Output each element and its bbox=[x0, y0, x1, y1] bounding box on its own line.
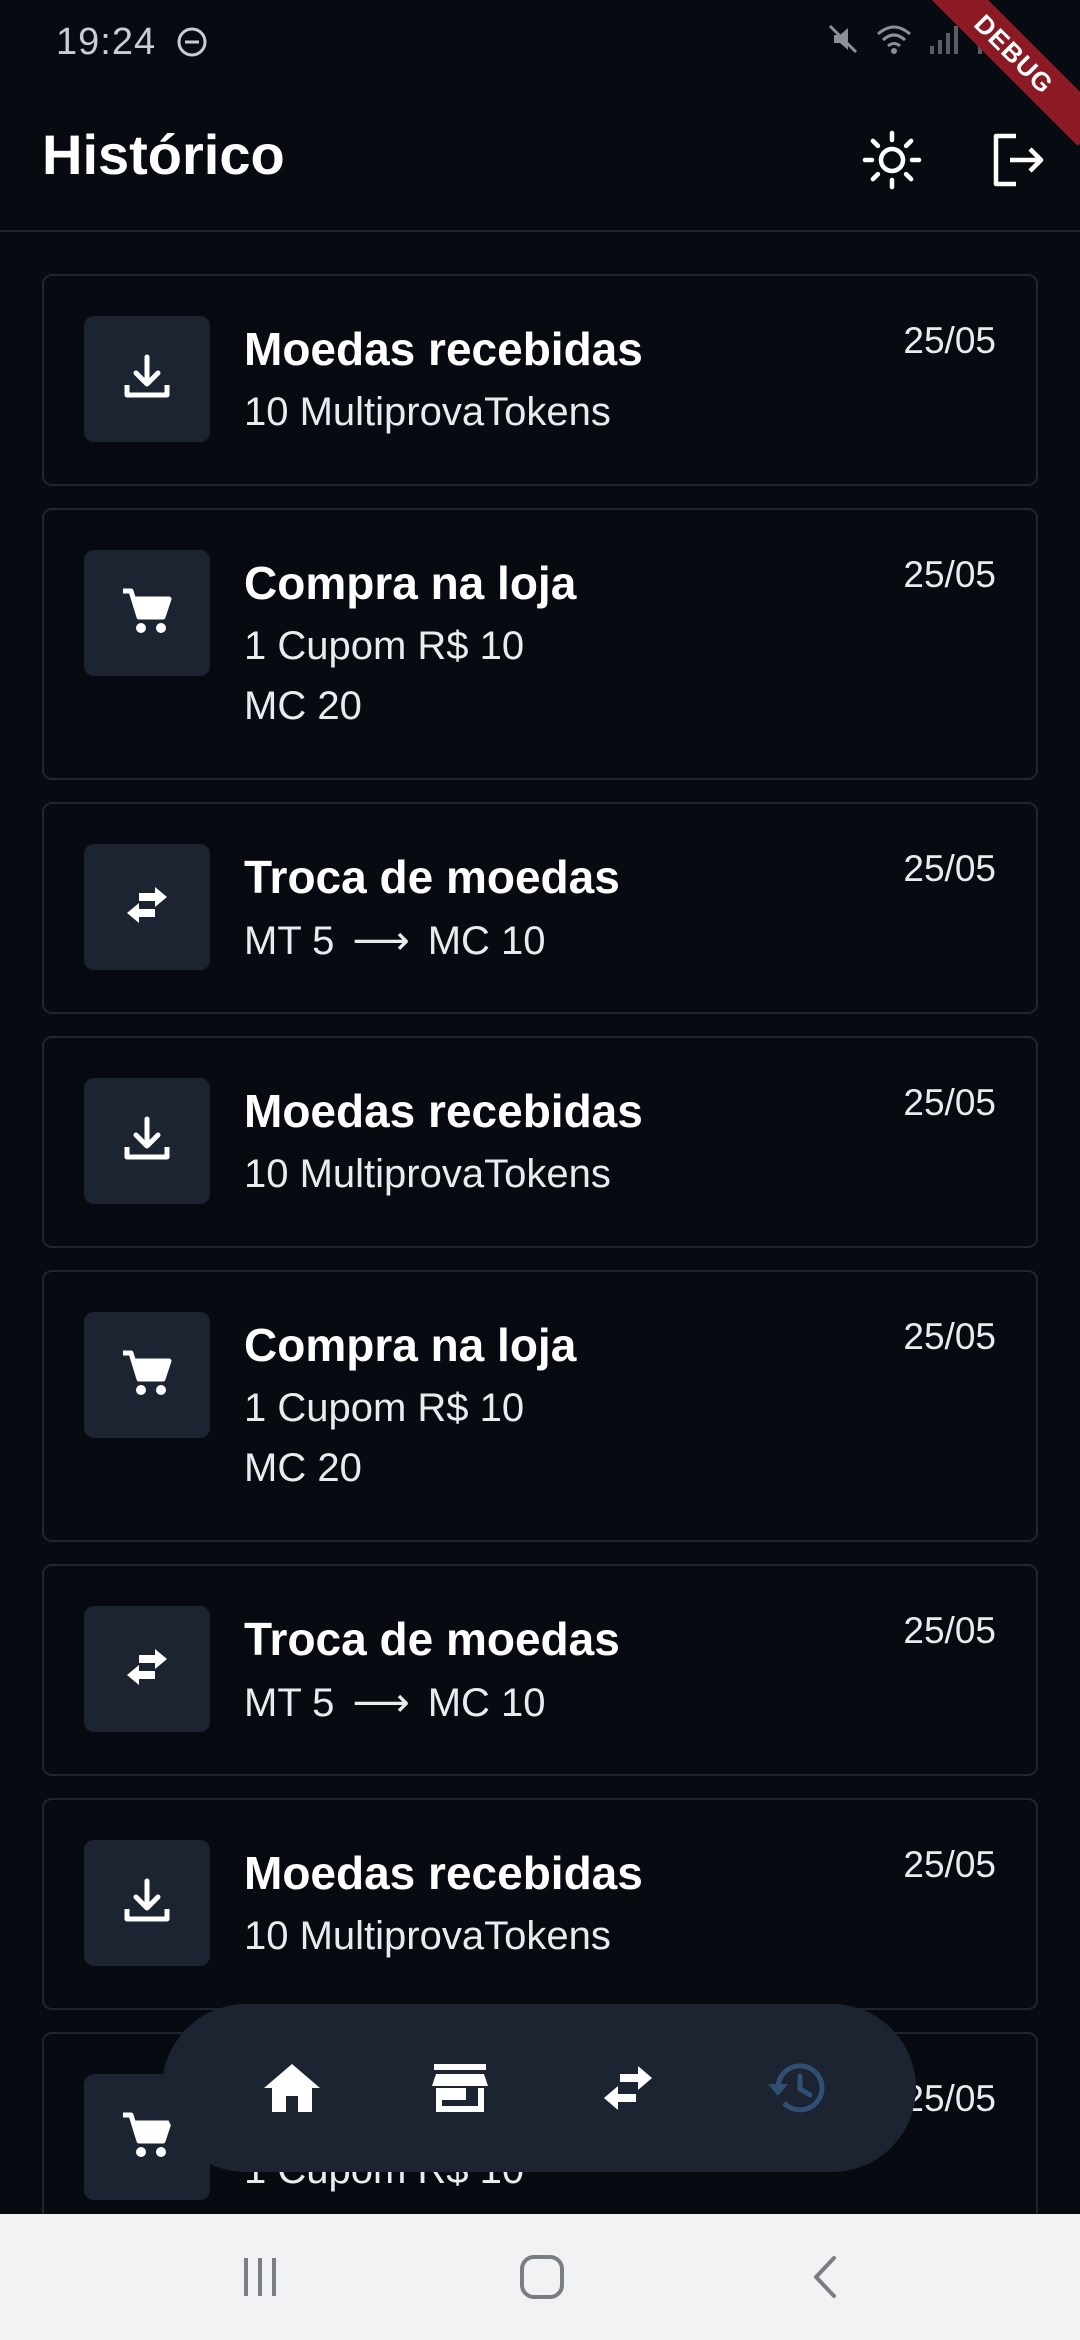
cart-icon bbox=[119, 1345, 175, 1406]
card-detail: 1 Cupom R$ 10 bbox=[244, 624, 525, 668]
app-bar: Histórico bbox=[0, 84, 1080, 232]
status-bar: 19:24 DEBUG bbox=[0, 0, 1080, 146]
history-card[interactable]: Moedas recebidas 25/05 10 MultiprovaTokens bbox=[42, 274, 1038, 486]
card-title: Compra na loja bbox=[244, 1319, 577, 1371]
card-title: Troca de moedas bbox=[244, 1613, 620, 1665]
history-card[interactable]: Troca de moedas 25/05 MT 5 ⟶ MC 10 bbox=[42, 802, 1038, 1014]
history-icon[interactable] bbox=[762, 2056, 832, 2120]
card-detail: 10 MultiprovaTokens bbox=[244, 390, 611, 434]
mute-icon bbox=[828, 24, 858, 54]
do-not-disturb-icon bbox=[177, 27, 207, 57]
card-detail-secondary: MC 20 bbox=[244, 684, 362, 728]
card-title: Troca de moedas bbox=[244, 851, 620, 903]
card-date: 25/05 bbox=[903, 1082, 996, 1123]
exchange-from: MT 5 bbox=[244, 919, 335, 963]
exchange-from: MT 5 bbox=[244, 1681, 335, 1725]
arrow-right-icon: ⟶ bbox=[352, 919, 410, 963]
exchange-detail: MT 5 ⟶ MC 10 bbox=[244, 918, 546, 964]
status-time: 19:24 bbox=[56, 20, 157, 63]
history-card[interactable]: Compra na loja 25/05 1 Cupom R$ 10 MC 20 bbox=[42, 1270, 1038, 1542]
card-icon-box bbox=[84, 1312, 210, 1438]
card-icon-box bbox=[84, 550, 210, 676]
card-date: 25/05 bbox=[903, 848, 996, 889]
card-icon-box bbox=[84, 1840, 210, 1966]
card-title: Compra na loja bbox=[244, 557, 577, 609]
back-icon[interactable] bbox=[796, 2252, 856, 2302]
page-title: Histórico bbox=[42, 123, 285, 186]
card-date: 25/05 bbox=[903, 2078, 996, 2119]
download-icon bbox=[119, 349, 175, 410]
card-icon-box bbox=[84, 1606, 210, 1732]
card-detail: 1 Cupom R$ 10 bbox=[244, 1386, 525, 1430]
card-detail-secondary: MC 20 bbox=[244, 1446, 362, 1490]
wifi-icon bbox=[877, 25, 911, 54]
card-icon-box bbox=[84, 316, 210, 442]
arrow-right-icon: ⟶ bbox=[352, 1681, 410, 1725]
download-icon bbox=[119, 1873, 175, 1934]
exchange-detail: MT 5 ⟶ MC 10 bbox=[244, 1680, 546, 1726]
card-date: 25/05 bbox=[903, 1316, 996, 1357]
download-icon bbox=[119, 1111, 175, 1172]
card-date: 25/05 bbox=[903, 554, 996, 595]
card-date: 25/05 bbox=[903, 1844, 996, 1885]
swap-icon bbox=[119, 1639, 175, 1700]
card-detail: 10 MultiprovaTokens bbox=[244, 1914, 611, 1958]
history-card[interactable]: Troca de moedas 25/05 MT 5 ⟶ MC 10 bbox=[42, 1564, 1038, 1776]
swap-icon bbox=[119, 877, 175, 938]
store-icon[interactable] bbox=[428, 2056, 492, 2120]
card-title: Moedas recebidas bbox=[244, 1847, 643, 1899]
system-nav-bar bbox=[0, 2214, 1080, 2340]
card-date: 25/05 bbox=[903, 1610, 996, 1651]
home-button-icon[interactable] bbox=[512, 2252, 572, 2302]
history-card[interactable]: Moedas recebidas 25/05 10 MultiprovaTokens bbox=[42, 1798, 1038, 2010]
history-card[interactable]: Compra na loja 25/05 1 Cupom R$ 10 MC 20 bbox=[42, 508, 1038, 780]
bottom-nav bbox=[162, 2004, 916, 2172]
exchange-to: MC 10 bbox=[427, 919, 546, 963]
card-date: 25/05 bbox=[903, 320, 996, 361]
recent-apps-icon[interactable] bbox=[230, 2252, 290, 2302]
cart-icon bbox=[119, 583, 175, 644]
history-card[interactable]: Moedas recebidas 25/05 10 MultiprovaTokens bbox=[42, 1036, 1038, 1248]
card-title: Moedas recebidas bbox=[244, 323, 643, 375]
card-icon-box bbox=[84, 844, 210, 970]
logout-icon[interactable] bbox=[986, 128, 1050, 192]
home-icon[interactable] bbox=[260, 2056, 324, 2120]
card-detail: 10 MultiprovaTokens bbox=[244, 1152, 611, 1196]
card-title: Moedas recebidas bbox=[244, 1085, 643, 1137]
swap-icon[interactable] bbox=[596, 2056, 660, 2120]
sun-icon[interactable] bbox=[860, 128, 924, 192]
card-icon-box bbox=[84, 1078, 210, 1204]
exchange-to: MC 10 bbox=[427, 1681, 546, 1725]
